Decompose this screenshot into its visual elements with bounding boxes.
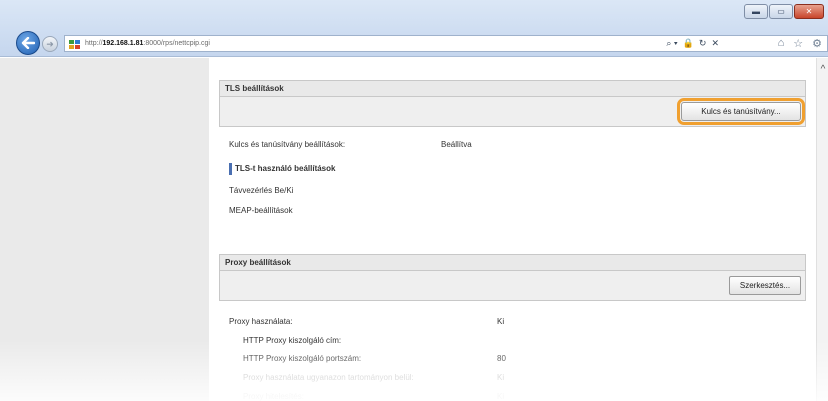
refresh-icon[interactable]: ↻ (699, 38, 707, 49)
key-certificate-button[interactable]: Kulcs és tanúsítvány... (677, 98, 805, 125)
forward-button[interactable]: ➜ (42, 36, 58, 52)
key-cert-label: Kulcs és tanúsítvány beállítások: (229, 140, 346, 149)
proxy-toolbar: Szerkesztés... (219, 271, 806, 301)
gear-icon[interactable]: ⚙ (812, 37, 822, 50)
minimize-button[interactable]: ▬ (744, 4, 768, 19)
page-content: TLS beállítások Kulcs és tanúsítvány... … (209, 58, 816, 401)
site-icon (69, 39, 80, 49)
close-window-button[interactable]: ✕ (794, 4, 824, 19)
url-text[interactable]: http://192.168.1.81:8000/rps/nettcpip.cg… (85, 40, 210, 47)
meap-settings-link[interactable]: MEAP-beállítások (229, 206, 293, 215)
home-icon[interactable]: ⌂ (778, 37, 785, 50)
edit-button[interactable]: Szerkesztés... (729, 276, 801, 295)
vertical-scrollbar[interactable]: ^ (816, 58, 828, 401)
address-bar-tools: ⌕ ▾ 🔒 ↻ ✕ (666, 36, 719, 51)
lock-icon[interactable]: 🔒 (683, 38, 694, 49)
proxy-row-value: Ki (497, 392, 505, 401)
toolbar-icons: ⌂ ☆ ⚙ (778, 37, 822, 50)
favorites-icon[interactable]: ☆ (793, 37, 803, 50)
search-icon[interactable]: ⌕ ▾ (666, 38, 677, 49)
left-menu-pane (0, 58, 209, 401)
address-bar[interactable]: http://192.168.1.81:8000/rps/nettcpip.cg… (64, 35, 828, 52)
proxy-row-label: Proxy használata: (229, 317, 293, 326)
tls-toolbar: Kulcs és tanúsítvány... (219, 97, 806, 127)
tls-section-header: TLS beállítások (219, 80, 806, 97)
proxy-section-header: Proxy beállítások (219, 254, 806, 271)
browser-toolbar: ▬ ▭ ✕ ➜ http://192.168.1.81:8000/rps/net… (0, 0, 828, 57)
proxy-row-label: Proxy hitelesítés: (243, 392, 304, 401)
proxy-row-value: Ki (497, 317, 505, 326)
proxy-row-value: Ki (497, 373, 505, 382)
proxy-row-label: HTTP Proxy kiszolgáló portszám: (243, 354, 362, 363)
stop-icon[interactable]: ✕ (711, 38, 719, 49)
back-button[interactable] (16, 31, 40, 55)
scroll-up-icon[interactable]: ^ (817, 64, 828, 75)
tls-settings-subheading: TLS-t használó beállítások (229, 163, 335, 175)
arrow-right-icon: ➜ (46, 38, 54, 49)
proxy-row-label: Proxy használata ugyanazon tartományon b… (243, 373, 414, 382)
key-cert-value: Beállítva (441, 140, 472, 149)
proxy-row-value: 80 (497, 354, 506, 363)
remote-control-link[interactable]: Távvezérlés Be/Ki (229, 186, 293, 195)
maximize-button[interactable]: ▭ (769, 4, 793, 19)
proxy-row-label: HTTP Proxy kiszolgáló cím: (243, 336, 342, 345)
window-controls: ▬ ▭ ✕ (744, 4, 824, 19)
arrow-left-icon (21, 37, 35, 49)
